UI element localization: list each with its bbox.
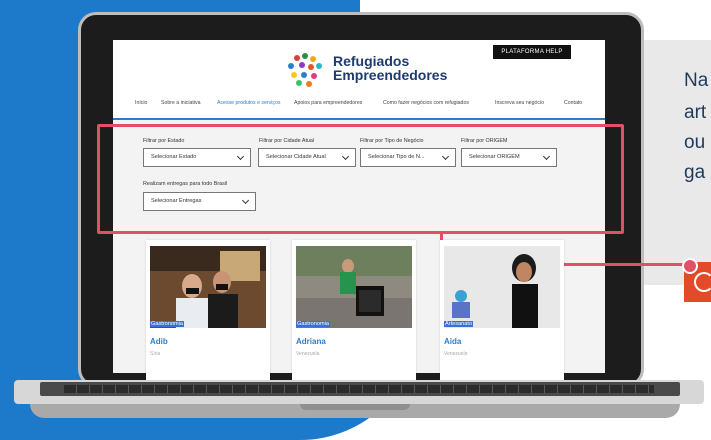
- category-badge: Artesanato: [444, 321, 474, 327]
- nav-item-produtos[interactable]: Acesse produtos e serviços: [217, 100, 280, 106]
- nav-item-negocios[interactable]: Como fazer negócios com refugiados: [383, 100, 469, 106]
- business-card[interactable]: Gastronomia Adriana Venezuela: [292, 240, 416, 395]
- laptop-notch: [300, 404, 410, 410]
- connector-dot: [682, 258, 698, 274]
- side-text-line-1: Na: [684, 70, 709, 91]
- owner-country: Venezuela: [444, 351, 468, 357]
- owner-country: Síria: [150, 351, 161, 357]
- category-badge: Gastronomia: [150, 321, 185, 327]
- business-photo: [444, 246, 560, 328]
- business-photo: [150, 246, 266, 328]
- nav-item-apoios[interactable]: Apoios para empreendedores: [294, 100, 362, 106]
- business-card[interactable]: Artesanato Aida Venezuela: [440, 240, 564, 395]
- site-logo[interactable]: Refugiados Empreendedores: [285, 52, 447, 92]
- brand-line-1: Refugiados: [333, 53, 410, 69]
- business-owner-name[interactable]: Adriana: [296, 337, 326, 346]
- brand-name: Refugiados Empreendedores: [333, 54, 447, 82]
- business-photo: [296, 246, 412, 328]
- site-header: Refugiados Empreendedores PLATAFORMA HEL…: [113, 40, 605, 120]
- filters-highlight-box: [97, 124, 624, 234]
- owner-country: Venezuela: [296, 351, 320, 357]
- nav-item-inicio[interactable]: Início: [135, 100, 147, 106]
- side-text-line-4: ga: [684, 162, 706, 183]
- business-owner-name[interactable]: Aida: [444, 337, 461, 346]
- nav-item-sobre[interactable]: Sobre a iniciativa: [161, 100, 201, 106]
- laptop-keyboard-keys: [64, 385, 654, 393]
- nav-divider: [113, 118, 605, 120]
- nav-item-inscreva[interactable]: Inscreva seu negócio: [495, 100, 544, 106]
- circle-arrow-icon: [694, 272, 711, 292]
- category-badge: Gastronomia: [296, 321, 331, 327]
- side-text-line-2: art: [684, 102, 707, 123]
- business-owner-name[interactable]: Adib: [150, 337, 168, 346]
- brand-line-2: Empreendedores: [333, 67, 448, 83]
- nav-item-contato[interactable]: Contato: [564, 100, 582, 106]
- side-text-line-3: ou: [684, 132, 706, 153]
- main-nav: Início Sobre a iniciativa Acesse produto…: [119, 100, 599, 112]
- business-card[interactable]: Gastronomia Adib Síria: [146, 240, 270, 395]
- plataforma-help-button[interactable]: PLATAFORMA HELP: [493, 45, 571, 59]
- hands-logo-icon: [288, 53, 322, 87]
